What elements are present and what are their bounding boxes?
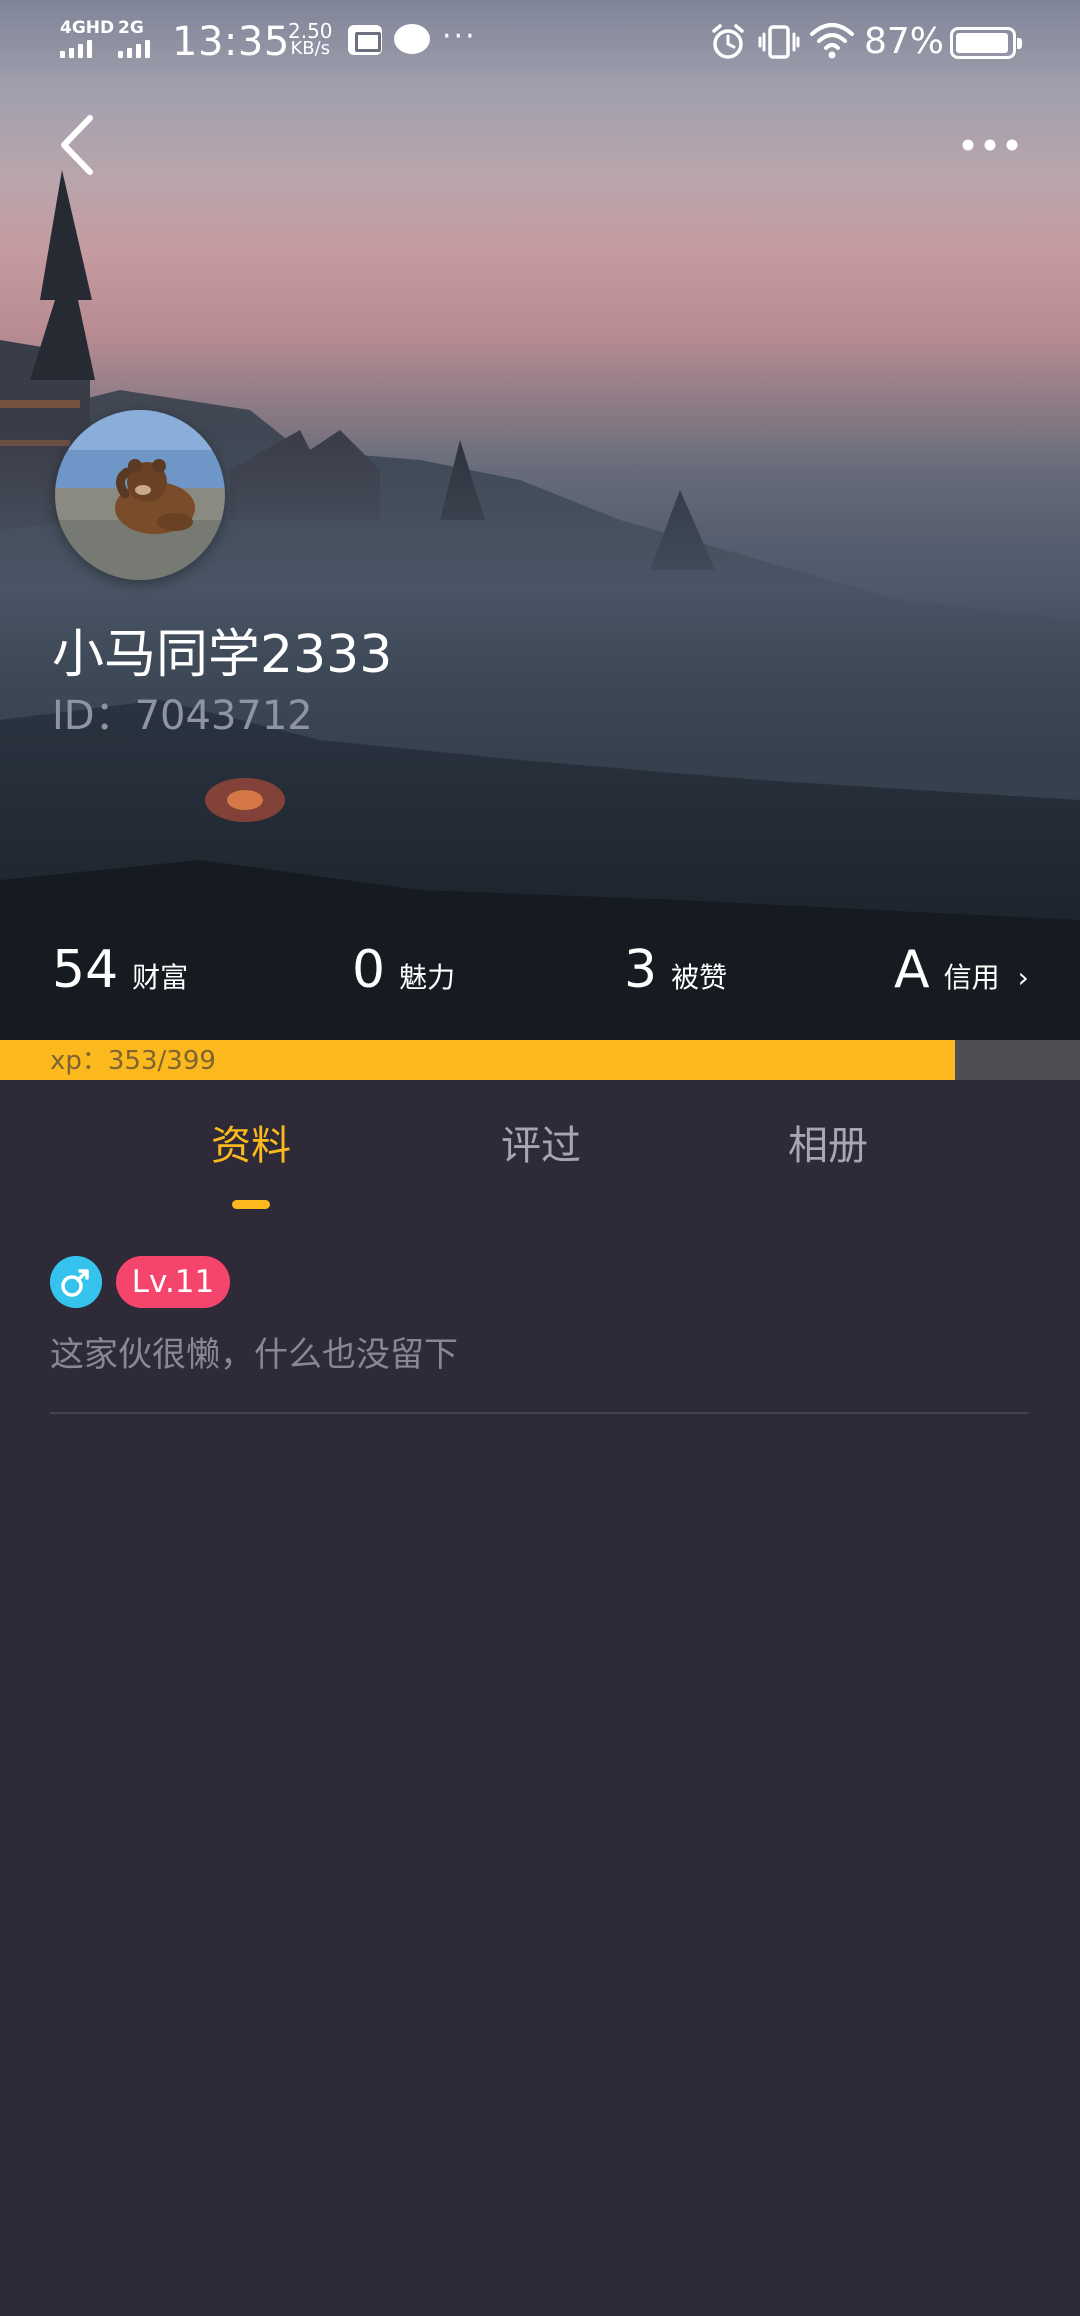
avatar-bear-image bbox=[55, 410, 225, 580]
more-dots-icon[interactable] bbox=[960, 125, 1020, 165]
male-gender-icon bbox=[50, 1256, 102, 1308]
network-type-label: 2G bbox=[118, 18, 144, 38]
bio-text: 这家伙很懒，什么也没留下 bbox=[50, 1335, 458, 1375]
network-speed: 2.50 KB/s bbox=[288, 21, 333, 59]
clock: 13:35 bbox=[172, 19, 290, 65]
level-badge: Lv.11 bbox=[116, 1256, 230, 1308]
stat-label: 信用 bbox=[943, 961, 1000, 994]
back-arrow-icon[interactable] bbox=[50, 110, 110, 180]
tab-album[interactable]: 相册 bbox=[738, 1118, 918, 1174]
alarm-icon bbox=[712, 24, 744, 59]
stat-label: 魅力 bbox=[399, 961, 456, 994]
stat-charm[interactable]: 0 魅力 bbox=[352, 940, 455, 1000]
network-type-label: 4GHD bbox=[60, 18, 115, 38]
stat-value: 54 bbox=[52, 940, 119, 1000]
avatar[interactable] bbox=[55, 410, 225, 580]
vibrate-icon bbox=[758, 25, 800, 59]
tab-profile-info[interactable]: 资料 bbox=[161, 1118, 341, 1174]
more-notifications-icon: ··· bbox=[442, 19, 477, 54]
tab-reviewed[interactable]: 评过 bbox=[451, 1118, 631, 1174]
wifi-icon bbox=[810, 23, 854, 59]
battery-percent: 87% bbox=[864, 21, 945, 62]
network-speed-unit: KB/s bbox=[290, 38, 331, 59]
stat-wealth[interactable]: 54 财富 bbox=[52, 940, 188, 1000]
active-tab-indicator bbox=[232, 1200, 270, 1209]
signal-icon bbox=[118, 40, 150, 58]
stat-value: 3 bbox=[624, 940, 658, 1000]
stat-credit[interactable]: A 信用 › bbox=[894, 940, 1029, 1000]
stat-label: 财富 bbox=[132, 961, 189, 994]
chevron-right-icon: › bbox=[1017, 961, 1029, 994]
stat-value: 0 bbox=[352, 940, 386, 1000]
stat-likes[interactable]: 3 被赞 bbox=[624, 940, 727, 1000]
stat-label: 被赞 bbox=[671, 961, 728, 994]
divider bbox=[50, 1412, 1028, 1414]
status-bar: 4GHD 2G 13:35 2.50 KB/s ··· 87% bbox=[0, 0, 1080, 80]
user-id: ID：7043712 bbox=[52, 693, 313, 739]
chat-icon bbox=[394, 24, 430, 54]
signal-icon bbox=[60, 40, 92, 58]
username: 小马同学2333 bbox=[52, 625, 393, 685]
battery-icon bbox=[950, 27, 1022, 59]
stat-value: A bbox=[894, 940, 930, 1000]
xp-label: xp：353/399 bbox=[50, 1046, 216, 1076]
mail-icon bbox=[348, 25, 382, 55]
